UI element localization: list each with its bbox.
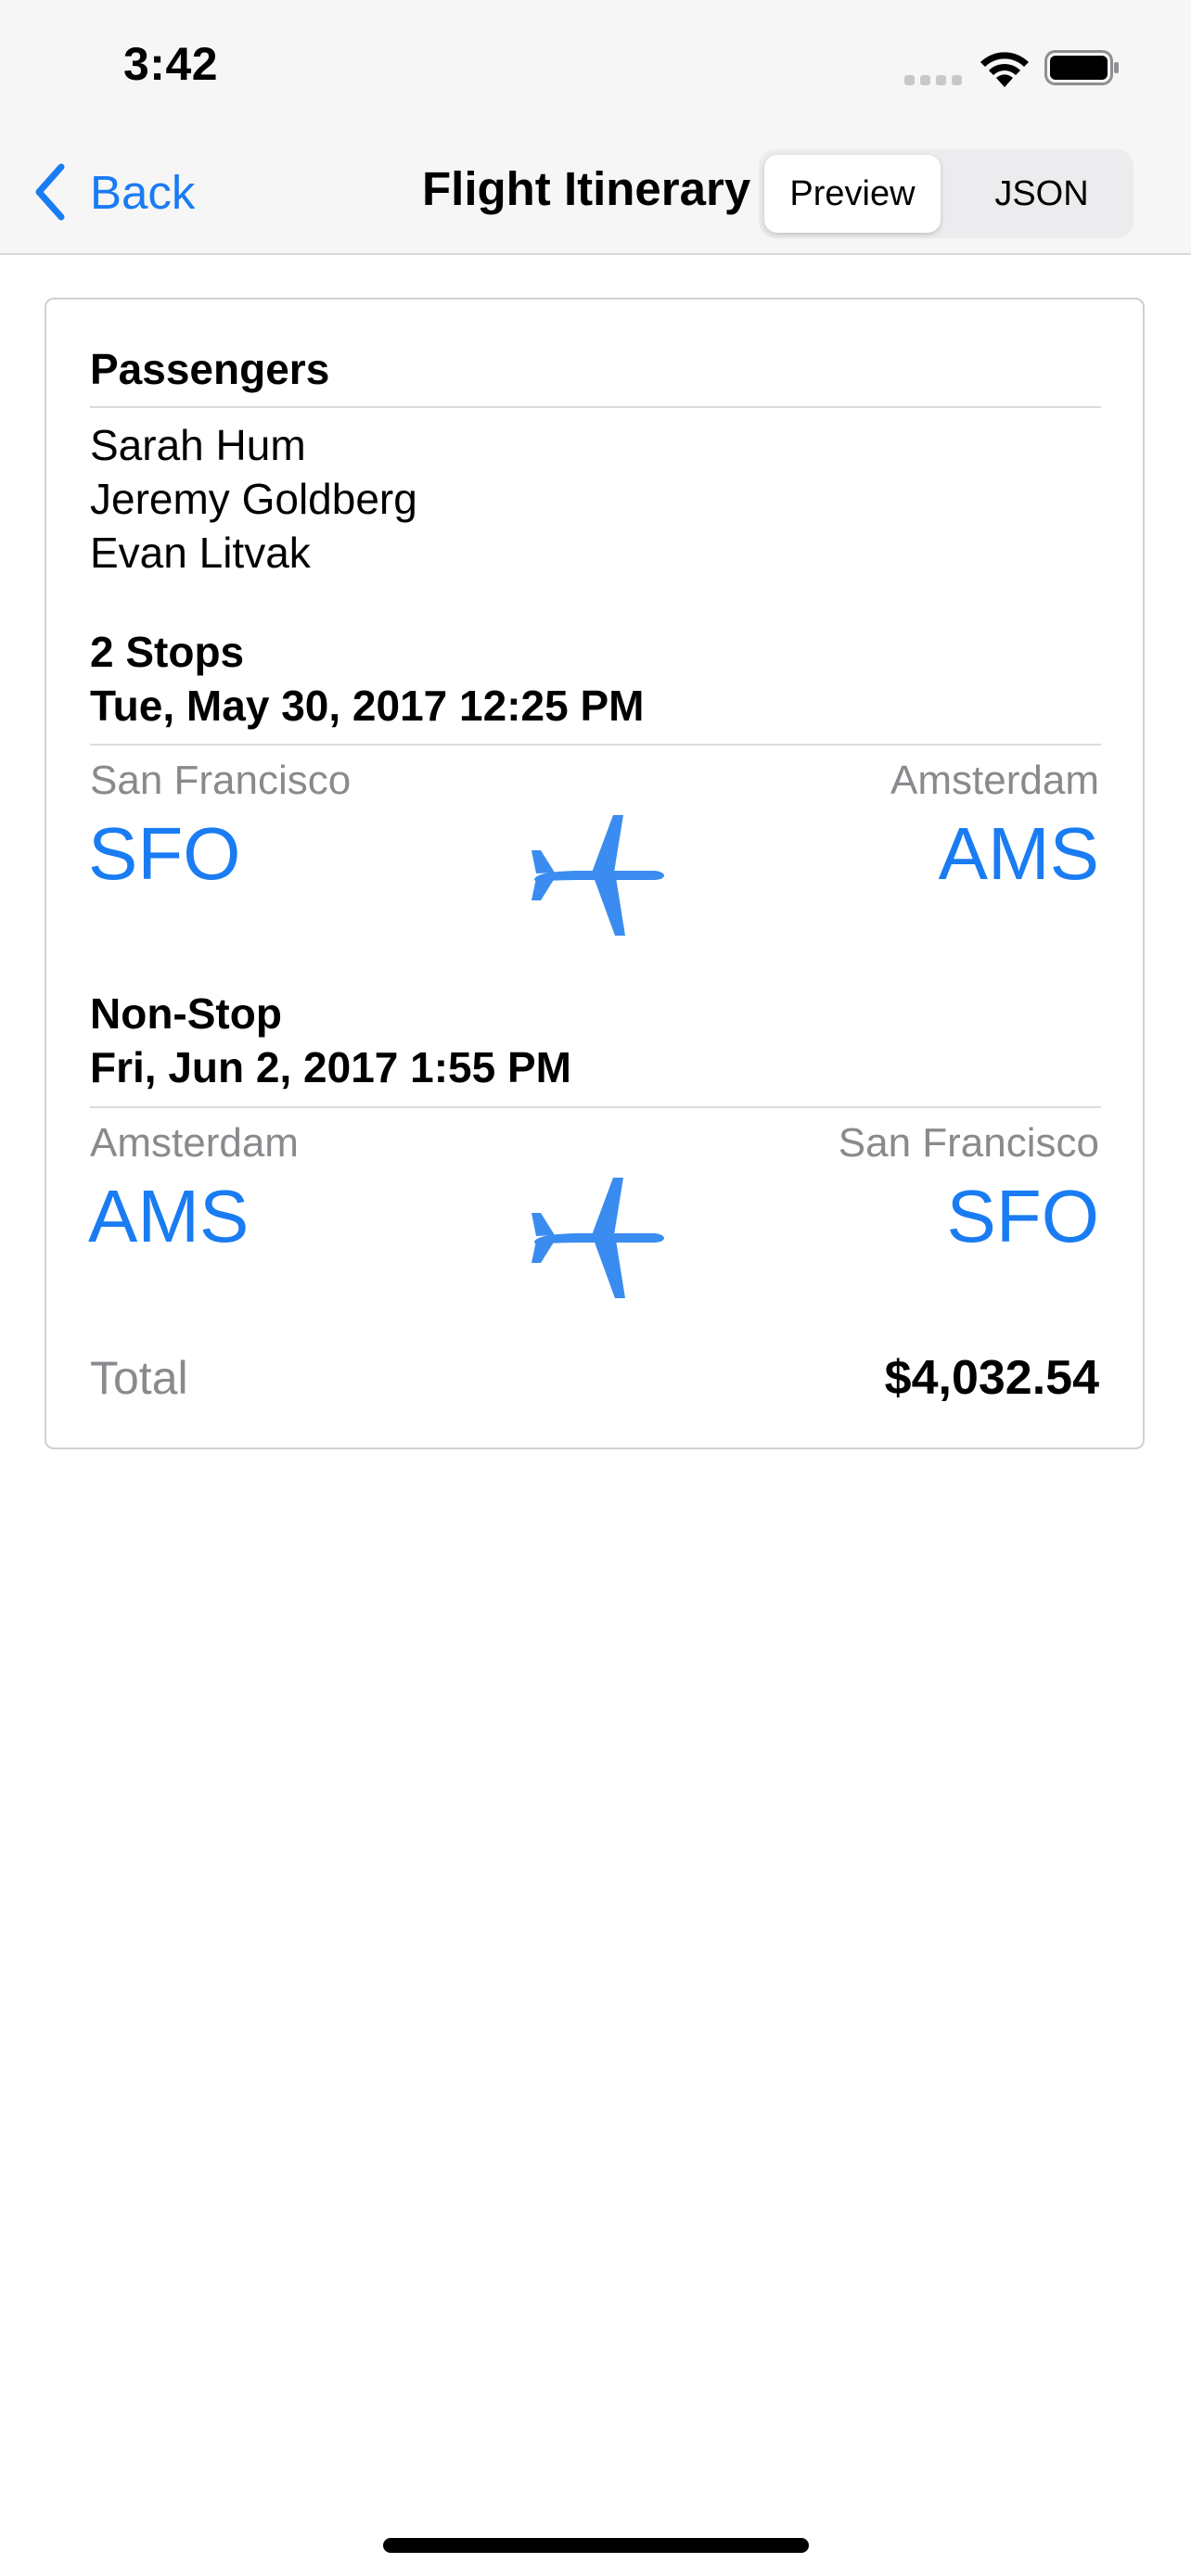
passenger-name: Jeremy Goldberg [90,475,417,523]
back-button[interactable]: Back [33,159,195,224]
destination-code: SFO [946,1175,1099,1257]
destination-city: San Francisco [838,1120,1099,1166]
origin-city: San Francisco [90,758,352,803]
home-indicator[interactable] [383,2538,809,2553]
destination-code: AMS [938,812,1099,895]
navigation-bar: 3:42 Back Flight Itinerary Preview JSON [0,0,1191,255]
segment-stops: Non-Stop [90,989,282,1038]
airplane-icon [531,1178,664,1298]
total-value: $4,032.54 [884,1351,1099,1405]
origin-city: Amsterdam [90,1120,299,1166]
back-label: Back [90,165,196,219]
divider [90,744,1101,746]
segment-datetime: Fri, Jun 2, 2017 1:55 PM [90,1043,572,1091]
segment-preview[interactable]: Preview [764,155,941,233]
chevron-left-icon [35,163,65,221]
passenger-name: Evan Litvak [90,529,311,577]
passenger-name: Sarah Hum [90,421,306,469]
segment-stops: 2 Stops [90,628,245,676]
view-mode-segmented-control[interactable]: Preview JSON [759,149,1133,238]
segment-datetime: Tue, May 30, 2017 12:25 PM [90,682,645,730]
total-label: Total [90,1352,188,1404]
destination-city: Amsterdam [890,758,1099,803]
origin-code: SFO [88,812,241,895]
passengers-heading: Passengers [90,345,330,393]
battery-icon [1044,50,1119,85]
status-time: 3:42 [123,38,219,90]
wifi-icon [980,52,1029,87]
page-title: Flight Itinerary [422,162,751,215]
divider [90,1106,1101,1108]
origin-code: AMS [88,1175,250,1257]
segment-json[interactable]: JSON [955,155,1128,233]
itinerary-card: Passengers Sarah Hum Jeremy Goldberg Eva… [45,298,1145,1449]
cellular-signal-icon [904,74,962,85]
divider [90,406,1101,408]
airplane-icon [531,815,664,936]
